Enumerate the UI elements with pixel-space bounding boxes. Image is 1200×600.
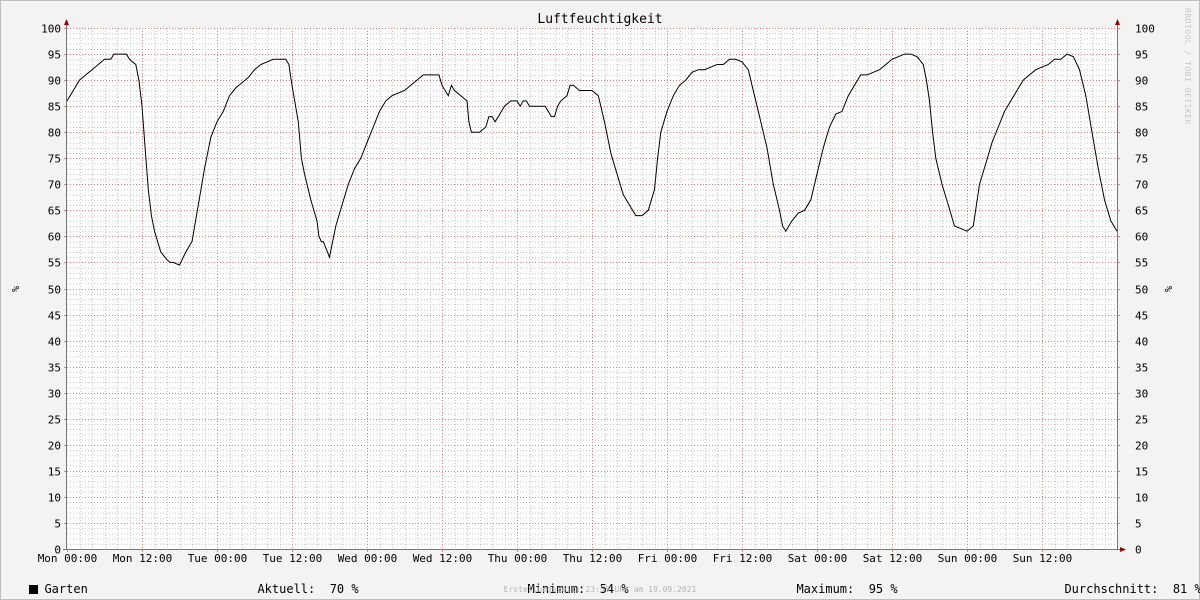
y-tick-label: 80 [48,127,61,140]
y-tick-label: 80 [1135,127,1148,140]
y-tick-label: 55 [48,257,61,270]
y-tick-label: 70 [1135,179,1148,192]
y-axis-arrow [64,19,69,25]
y-tick-label: 95 [1135,49,1148,62]
y-tick-label: 95 [48,49,61,62]
y-tick-label: 75 [1135,153,1148,166]
y-tick-label: 15 [48,466,61,479]
watermark: RRDTOOL / TOBI OETIKER [1183,8,1192,125]
y-tick-label: 30 [48,388,61,401]
y-tick-label: 45 [48,310,61,323]
y-tick-label: 25 [48,414,61,427]
x-tick-label: Wed 00:00 [338,552,398,565]
y-tick-label: 5 [54,518,61,531]
y-tick-label: 5 [1135,518,1142,531]
y-axis-label-right: % [1162,286,1173,292]
x-tick-label: Sun 00:00 [938,552,998,565]
creation-timestamp: Erstellungszeit: 23:55 Uhr am 19.09.2021 [503,585,697,594]
y-tick-label: 0 [1135,544,1142,557]
x-axis-labels: Mon 00:00 Mon 12:00 Tue 00:00 Tue 12:00 Wed … [38,552,1073,565]
y-axis-labels-left: 0510152025303540455055606570758085909510… [41,23,61,557]
x-tick-label: Sat 12:00 [863,552,923,565]
x-tick-label: Mon 12:00 [113,552,173,565]
y-axis-label-left: % [9,286,20,292]
y-tick-label: 100 [41,23,61,36]
y-axis-arrow [1115,19,1120,25]
y-tick-label: 20 [48,440,61,453]
y-tick-label: 90 [1135,75,1148,88]
x-tick-label: Sat 00:00 [788,552,848,565]
y-tick-label: 30 [1135,388,1148,401]
x-tick-label: Tue 12:00 [263,552,323,565]
y-tick-label: 15 [1135,466,1148,479]
x-tick-label: Thu 00:00 [488,552,548,565]
y-tick-label: 60 [48,231,61,244]
x-tick-label: Fri 00:00 [638,552,698,565]
x-tick-label: Sun 12:00 [1013,552,1073,565]
y-tick-label: 45 [1135,310,1148,323]
y-tick-label: 85 [48,101,61,114]
y-tick-label: 70 [48,179,61,192]
x-axis-arrow [1120,547,1126,552]
y-tick-label: 35 [1135,362,1148,375]
y-tick-label: 25 [1135,414,1148,427]
x-tick-label: Wed 12:00 [413,552,473,565]
y-tick-label: 55 [1135,257,1148,270]
y-tick-label: 100 [1135,23,1155,36]
y-tick-label: 10 [48,492,61,505]
x-tick-label: Tue 00:00 [188,552,248,565]
y-tick-label: 40 [48,336,61,349]
x-tick-label: Thu 12:00 [563,552,623,565]
chart-title: Luftfeuchtigkeit [537,12,662,27]
x-tick-label: Mon 00:00 [38,552,98,565]
humidity-chart: 0 5 10 15 20 25 30 35 40 45 50 55 60 65 70 75 80 85 90 95 10… [9,12,1173,565]
y-tick-label: 10 [1135,492,1148,505]
y-tick-label: 20 [1135,440,1148,453]
y-tick-label: 75 [48,153,61,166]
y-tick-label: 65 [48,205,61,218]
y-tick-label: 60 [1135,231,1148,244]
y-tick-label: 50 [48,284,61,297]
y-tick-label: 40 [1135,336,1148,349]
y-tick-label: 50 [1135,284,1148,297]
y-tick-label: 35 [48,362,61,375]
y-tick-label: 65 [1135,205,1148,218]
x-tick-label: Fri 12:00 [713,552,773,565]
y-axis-labels-right: 0 5 10 15 20 25 30 35 40 45 50 55 60 65 70 75 80 85 90 95 10… [1135,23,1155,557]
y-tick-label: 85 [1135,101,1148,114]
y-tick-label: 90 [48,75,61,88]
